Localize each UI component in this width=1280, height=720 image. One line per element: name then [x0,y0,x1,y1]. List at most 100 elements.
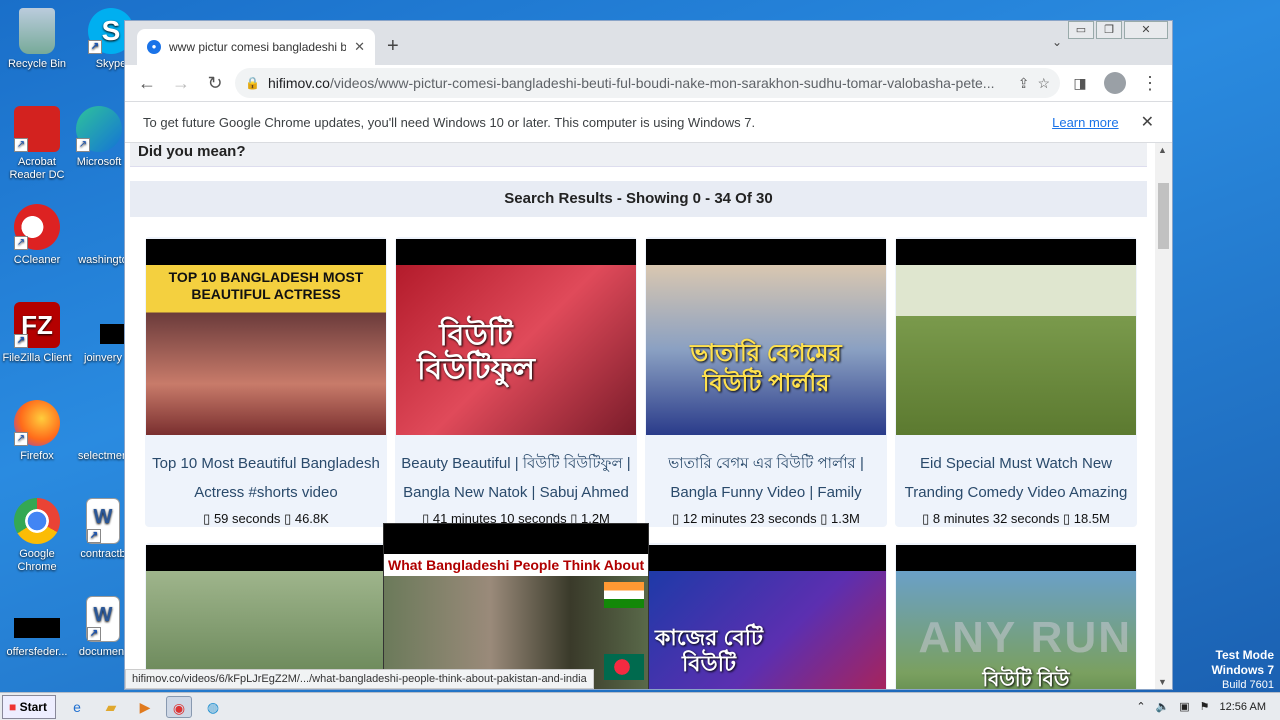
video-duration: 59 seconds [213,511,281,526]
new-tab-button[interactable]: + [387,35,399,58]
thumbnail-caption: TOP 10 BANGLADESH MOST BEAUTIFUL ACTRESS [168,269,364,302]
thumbnail-caption: ভাতারি বেগমের বিউটি পার্লার [690,340,842,397]
media-player-icon[interactable]: ▶ [132,696,158,718]
test-mode-line3: Build 7601 [1222,679,1274,691]
url-text[interactable]: hifimov.co/videos/www-pictur-comesi-bang… [268,75,1010,91]
clock-icon: ▯ [203,511,211,526]
tab-strip: ● www pictur comesi bangladeshi beut ✕ +… [125,21,1172,65]
video-thumbnail[interactable] [896,239,1136,435]
thumbnail-caption: কাজের বেটি বিউটি [655,625,763,676]
video-title-link[interactable]: Beauty Beautiful | বিউটি বিউটিফুল | Bang… [395,435,637,511]
video-thumbnail[interactable]: কাজের বেটি বিউটি [646,545,886,689]
taskbar: ■ Start e ▰ ▶ ◉ ◍ ⌃ 🔈 ▣ ⚑ 12:56 AM [0,692,1280,720]
video-thumbnail[interactable]: TOP 10 BANGLADESH MOST BEAUTIFUL ACTRESS [146,239,386,435]
desktop-icon-recycle-bin[interactable]: Recycle Bin [0,8,74,71]
eye-icon: ▯ [284,511,292,526]
network-icon[interactable]: ▣ [1179,700,1189,713]
scroll-down-arrow-icon[interactable]: ▼ [1158,677,1167,687]
video-meta: ▯ 8 minutes 32 seconds ▯ 18.5M [895,511,1137,527]
shortcut-arrow-icon: ↗ [14,432,28,446]
start-label: Start [19,699,47,714]
desktop-icon-label: Recycle Bin [7,58,67,70]
video-thumbnail[interactable]: ভাতারি বেগমের বিউটি পার্লার [646,239,886,435]
shortcut-arrow-icon: ↗ [88,40,102,54]
infobar-close-icon[interactable]: ✕ [1141,112,1154,132]
learn-more-link[interactable]: Learn more [1052,115,1118,130]
desktop-icon-label: CCleaner [13,254,61,266]
desktop-icon-label: Firefox [20,450,54,462]
firefox-icon: ↗ [14,400,60,446]
edge-taskbar-icon[interactable]: ◍ [200,696,226,718]
video-meta: ▯ 59 seconds ▯ 46.8K [145,511,387,527]
file-icon [80,204,126,250]
action-center-flag-icon[interactable]: ⚑ [1200,700,1210,713]
tray-expand-icon[interactable]: ⌃ [1136,700,1145,713]
video-hover-preview[interactable]: What Bangladeshi People Think About Paki… [383,523,649,689]
thumbnail-caption: বিউটি বিউ [982,669,1070,689]
start-button[interactable]: ■ Start [2,694,56,719]
video-title-link[interactable]: Eid Special Must Watch New Tranding Come… [895,435,1137,511]
word-document-icon: W ↗ [86,498,120,544]
reload-button[interactable]: ↻ [201,69,229,97]
eye-icon: ▯ [820,511,828,526]
explorer-folder-icon[interactable]: ▰ [98,696,124,718]
file-icon [80,400,126,446]
video-views: 18.5M [1073,511,1110,526]
page-scrollbar[interactable]: ▲ ▼ [1155,143,1172,689]
desktop-icon-chrome[interactable]: Google Chrome [0,498,74,574]
bookmark-star-icon[interactable]: ☆ [1037,75,1050,92]
tab-search-chevron-icon[interactable]: ⌄ [1052,35,1062,49]
desktop-icon-firefox[interactable]: ↗ Firefox [0,400,74,463]
lock-icon[interactable]: 🔒 [245,76,260,90]
video-card[interactable]: TOP 10 BANGLADESH MOST BEAUTIFUL ACTRESS… [145,237,387,527]
india-flag-icon [604,582,644,608]
update-infobar: To get future Google Chrome updates, you… [125,101,1172,143]
side-panel-icon[interactable]: ◨ [1066,69,1094,97]
edge-icon: ↗ [76,106,122,152]
video-card[interactable] [145,543,387,689]
clock-icon: ▯ [672,511,680,526]
eye-icon: ▯ [1062,511,1071,526]
chrome-icon [14,498,60,544]
forward-button[interactable]: → [167,69,195,97]
shortcut-arrow-icon: ↗ [87,529,101,543]
desktop-icon-filezilla[interactable]: FZ ↗ FileZilla Client [0,302,74,365]
video-thumbnail[interactable] [146,545,386,689]
address-bar[interactable]: 🔒 hifimov.co/videos/www-pictur-comesi-ba… [235,68,1060,98]
scrollbar-thumb[interactable] [1158,183,1169,249]
browser-tab[interactable]: ● www pictur comesi bangladeshi beut ✕ [137,29,375,65]
shortcut-arrow-icon: ↗ [14,334,28,348]
filezilla-icon: FZ ↗ [14,302,60,348]
browser-toolbar: ← → ↻ 🔒 hifimov.co/videos/www-pictur-com… [125,65,1172,101]
system-tray: ⌃ 🔈 ▣ ⚑ 12:56 AM [1136,700,1280,714]
desktop-icon-ccleaner[interactable]: ↗ CCleaner [0,204,74,267]
video-thumbnail[interactable]: বিউটি বিউটিফুল [396,239,636,435]
video-card[interactable]: কাজের বেটি বিউটি [645,543,887,689]
desktop-icon-label: FileZilla Client [2,352,72,364]
video-card[interactable]: ভাতারি বেগমের বিউটি পার্লার ভাতারি বেগম … [645,237,887,527]
ie-icon[interactable]: e [64,696,90,718]
tab-close-icon[interactable]: ✕ [354,39,365,55]
scroll-up-arrow-icon[interactable]: ▲ [1158,145,1167,155]
video-title-link[interactable]: Top 10 Most Beautiful Bangladesh Actress… [145,435,387,511]
volume-icon[interactable]: 🔈 [1156,700,1170,713]
clock[interactable]: 12:56 AM [1220,701,1266,713]
test-mode-notice: Test Mode Windows 7 Build 7601 [1211,648,1274,692]
test-mode-line1: Test Mode [1215,648,1274,662]
chrome-taskbar-icon[interactable]: ◉ [166,695,192,718]
thumbnail-caption: বিউটি বিউটিফুল [417,319,535,386]
search-results-header: Search Results - Showing 0 - 34 Of 30 [130,181,1147,217]
did-you-mean-heading: Did you mean? [130,143,1147,167]
video-title-link[interactable]: ভাতারি বেগম এর বিউটি পার্লার | Bangla Fu… [645,435,887,511]
video-card[interactable]: Eid Special Must Watch New Tranding Come… [895,237,1137,527]
profile-avatar[interactable] [1104,72,1126,94]
back-button[interactable]: ← [133,69,161,97]
recycle-bin-icon [19,8,55,54]
desktop-icon-label: offersfeder... [6,646,68,658]
video-card[interactable]: বিউটি বিউটিফুল Beauty Beautiful | বিউটি … [395,237,637,527]
anyrun-watermark: ANY RUN [918,613,1132,662]
bangladesh-flag-icon [604,654,644,680]
share-icon[interactable]: ⇪ [1018,75,1030,92]
menu-kebab-icon[interactable]: ⋮ [1136,69,1164,97]
desktop-icon-offersfeder[interactable]: offersfeder... [0,596,74,659]
